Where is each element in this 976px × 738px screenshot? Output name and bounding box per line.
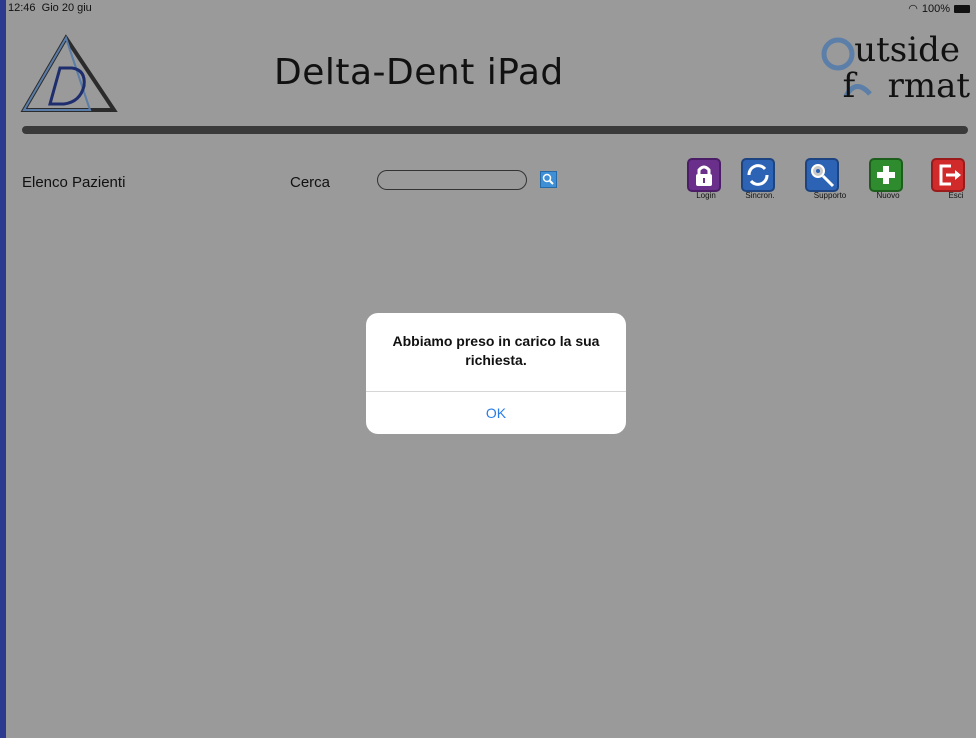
patient-list-label: Elenco Pazienti xyxy=(22,174,126,191)
support-label: Supporto xyxy=(813,191,847,200)
search-button[interactable] xyxy=(540,171,557,188)
exit-icon xyxy=(931,158,965,192)
battery-icon xyxy=(954,4,970,13)
status-date: Gio 20 giu xyxy=(41,2,92,14)
login-button[interactable]: Login xyxy=(682,158,740,208)
outside-format-logo: utside f rmat xyxy=(810,30,970,106)
sync-button[interactable]: Sincron. xyxy=(736,158,794,208)
plus-icon xyxy=(869,158,903,192)
wifi-icon: ◠ xyxy=(908,3,918,15)
alert-message: Abbiamo preso in carico la sua richiesta… xyxy=(392,333,600,368)
status-indicators: ◠ 100% xyxy=(908,2,970,15)
delta-dent-logo xyxy=(20,34,118,114)
gear-wrench-icon xyxy=(805,158,839,192)
search-label: Cerca xyxy=(290,174,331,191)
sync-icon xyxy=(741,158,775,192)
status-time: 12:46 xyxy=(8,2,36,14)
new-label: Nuovo xyxy=(876,191,900,200)
alert-ok-button[interactable]: OK xyxy=(366,392,626,434)
battery-percent: 100% xyxy=(921,2,950,15)
new-button[interactable]: Nuovo xyxy=(864,158,922,208)
status-time-date: 12:46 Gio 20 giu xyxy=(8,2,92,14)
status-bar: 12:46 Gio 20 giu ◠ 100% xyxy=(6,0,976,16)
exit-button[interactable]: Esci xyxy=(926,158,976,208)
app-title: Delta-Dent iPad xyxy=(274,52,564,93)
lock-icon xyxy=(687,158,721,192)
sync-label: Sincron. xyxy=(745,191,775,200)
support-button[interactable]: Supporto xyxy=(800,158,858,208)
search-icon xyxy=(542,173,554,185)
search-input[interactable] xyxy=(377,170,527,190)
confirmation-alert: Abbiamo preso in carico la sua richiesta… xyxy=(366,313,626,434)
header-divider xyxy=(22,126,968,134)
login-label: Login xyxy=(696,191,716,200)
app-screen: 12:46 Gio 20 giu ◠ 100% Delta-Dent iPad … xyxy=(6,0,976,738)
exit-label: Esci xyxy=(948,191,964,200)
